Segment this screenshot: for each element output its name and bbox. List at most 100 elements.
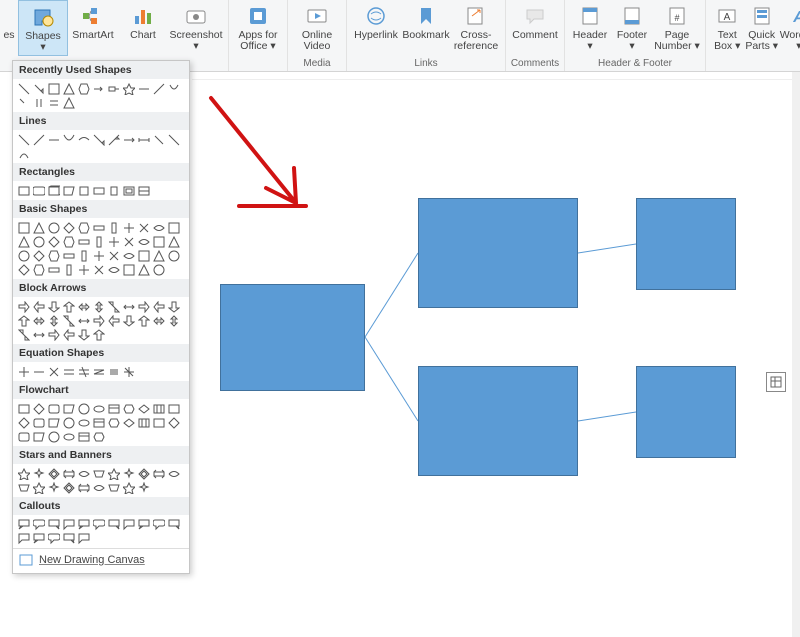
- shape-option[interactable]: [77, 314, 91, 327]
- shape-option[interactable]: [77, 263, 91, 276]
- shape-option[interactable]: [167, 300, 181, 313]
- shape-option[interactable]: [152, 518, 166, 531]
- shape-option[interactable]: [77, 328, 91, 341]
- shape-option[interactable]: [32, 430, 46, 443]
- shape-option[interactable]: [47, 82, 61, 95]
- shape-option[interactable]: [47, 532, 61, 545]
- shape-option[interactable]: [107, 467, 121, 480]
- shape-option[interactable]: [17, 430, 31, 443]
- shape-option[interactable]: [107, 235, 121, 248]
- shape-option[interactable]: [92, 518, 106, 531]
- shape-option[interactable]: [77, 300, 91, 313]
- apps-for-office-button[interactable]: Apps for Office ▾: [233, 0, 283, 56]
- shape-option[interactable]: [17, 365, 31, 378]
- shape-option[interactable]: [92, 402, 106, 415]
- shape-option[interactable]: [167, 249, 181, 262]
- new-drawing-canvas-button[interactable]: New Drawing Canvas: [13, 548, 189, 571]
- shape-option[interactable]: [122, 402, 136, 415]
- shape-option[interactable]: [62, 328, 76, 341]
- shape-option[interactable]: [77, 235, 91, 248]
- shape-option[interactable]: [137, 481, 151, 494]
- partial-button[interactable]: es: [0, 0, 18, 56]
- shape-option[interactable]: [107, 221, 121, 234]
- shape-option[interactable]: [47, 402, 61, 415]
- shape-option[interactable]: [152, 300, 166, 313]
- shape-option[interactable]: [167, 402, 181, 415]
- shape-option[interactable]: [92, 314, 106, 327]
- shape-option[interactable]: [152, 82, 166, 95]
- layout-options-button[interactable]: [766, 372, 786, 392]
- shape-option[interactable]: [122, 416, 136, 429]
- shape-option[interactable]: [167, 221, 181, 234]
- shape-option[interactable]: [122, 235, 136, 248]
- shape-option[interactable]: [77, 402, 91, 415]
- shape-option[interactable]: [47, 430, 61, 443]
- shape-option[interactable]: [17, 518, 31, 531]
- shape-option[interactable]: [107, 263, 121, 276]
- quickparts-button[interactable]: Quick Parts ▾: [744, 0, 778, 56]
- shape-option[interactable]: [92, 221, 106, 234]
- shape-option[interactable]: [167, 235, 181, 248]
- shape-option[interactable]: [47, 249, 61, 262]
- shape-option[interactable]: [17, 300, 31, 313]
- shape-option[interactable]: [62, 184, 76, 197]
- smartart-button[interactable]: SmartArt: [68, 0, 118, 56]
- shape-option[interactable]: [152, 221, 166, 234]
- shape-option[interactable]: [92, 467, 106, 480]
- shape-option[interactable]: [137, 314, 151, 327]
- shape-option[interactable]: [122, 221, 136, 234]
- shape-option[interactable]: [152, 467, 166, 480]
- diagram-box[interactable]: [418, 366, 578, 476]
- shape-option[interactable]: [77, 481, 91, 494]
- shape-option[interactable]: [167, 82, 181, 95]
- shape-option[interactable]: [122, 300, 136, 313]
- shape-option[interactable]: [152, 235, 166, 248]
- shape-option[interactable]: [77, 430, 91, 443]
- shape-option[interactable]: [32, 221, 46, 234]
- document-canvas[interactable]: [192, 72, 800, 637]
- shape-option[interactable]: [137, 518, 151, 531]
- shape-option[interactable]: [32, 235, 46, 248]
- shape-option[interactable]: [152, 133, 166, 146]
- diagram-box[interactable]: [636, 366, 736, 458]
- shape-option[interactable]: [47, 235, 61, 248]
- shape-option[interactable]: [92, 235, 106, 248]
- footer-button[interactable]: Footer▾: [611, 0, 653, 56]
- shape-option[interactable]: [107, 82, 121, 95]
- shape-option[interactable]: [47, 518, 61, 531]
- comment-button[interactable]: Comment: [510, 0, 560, 56]
- shape-option[interactable]: [62, 481, 76, 494]
- shape-option[interactable]: [62, 314, 76, 327]
- shape-option[interactable]: [32, 532, 46, 545]
- shape-option[interactable]: [32, 249, 46, 262]
- shape-option[interactable]: [32, 402, 46, 415]
- shape-option[interactable]: [32, 184, 46, 197]
- online-video-button[interactable]: Online Video: [292, 0, 342, 56]
- shape-option[interactable]: [137, 82, 151, 95]
- shape-option[interactable]: [107, 416, 121, 429]
- shape-option[interactable]: [47, 314, 61, 327]
- diagram-box[interactable]: [636, 198, 736, 290]
- wordart-button[interactable]: A WordArt▾: [779, 0, 800, 56]
- shape-option[interactable]: [47, 416, 61, 429]
- shape-option[interactable]: [32, 82, 46, 95]
- shape-option[interactable]: [107, 133, 121, 146]
- diagram-box[interactable]: [418, 198, 578, 308]
- shape-option[interactable]: [62, 221, 76, 234]
- shape-option[interactable]: [62, 82, 76, 95]
- shape-option[interactable]: [17, 532, 31, 545]
- shape-option[interactable]: [167, 467, 181, 480]
- shape-option[interactable]: [137, 184, 151, 197]
- shape-option[interactable]: [62, 263, 76, 276]
- shape-option[interactable]: [32, 365, 46, 378]
- shape-option[interactable]: [77, 467, 91, 480]
- shape-option[interactable]: [17, 402, 31, 415]
- shape-option[interactable]: [77, 184, 91, 197]
- shape-option[interactable]: [137, 402, 151, 415]
- shape-option[interactable]: [92, 263, 106, 276]
- shape-option[interactable]: [62, 402, 76, 415]
- shape-option[interactable]: [32, 263, 46, 276]
- shape-option[interactable]: [47, 221, 61, 234]
- shape-option[interactable]: [92, 430, 106, 443]
- shape-option[interactable]: [62, 96, 76, 109]
